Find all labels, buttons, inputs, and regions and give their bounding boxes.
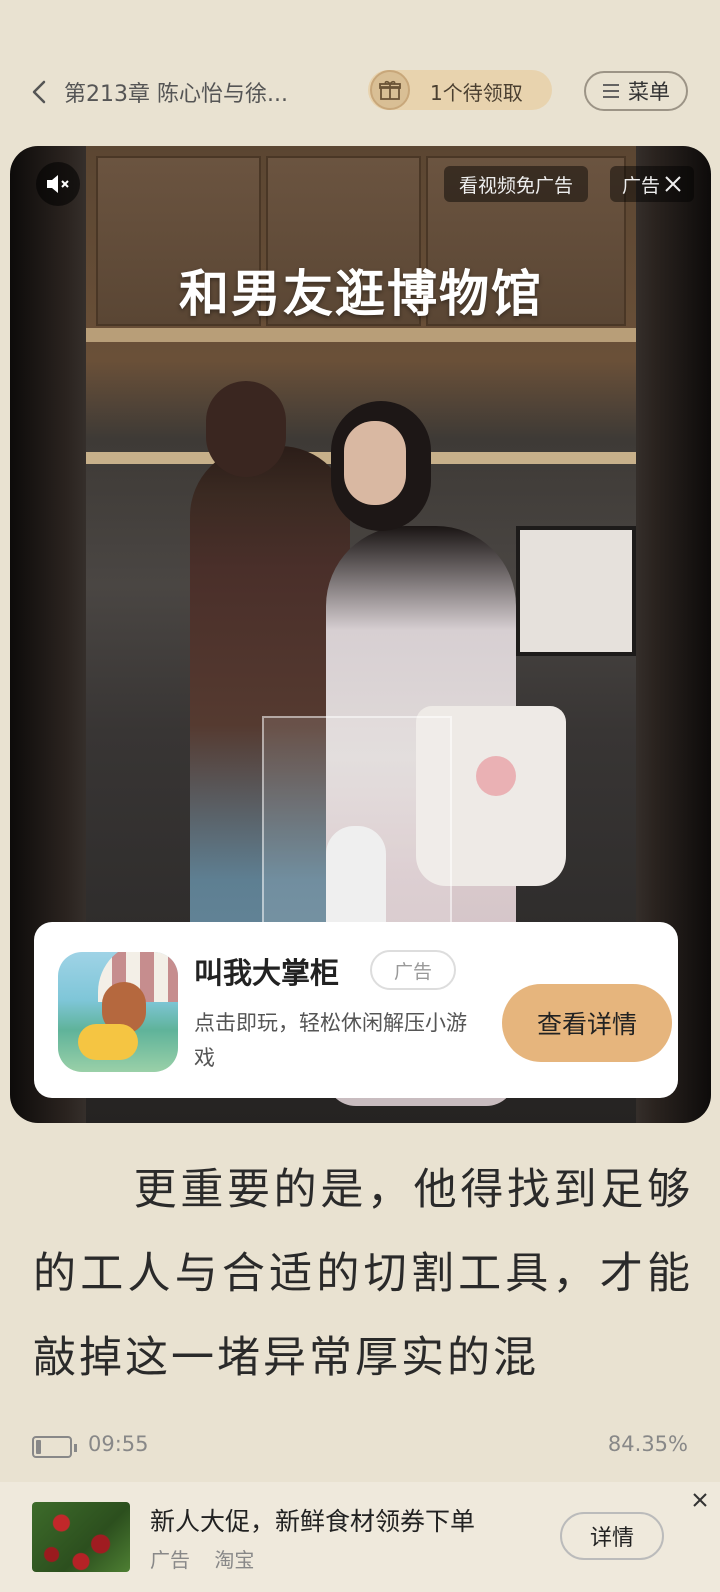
bottom-banner-ad[interactable]: 新人大促，新鲜食材领券下单 广告 淘宝 详情 [0,1482,720,1592]
speaker-muted-icon [47,175,69,193]
banner-details-button[interactable]: 详情 [560,1512,664,1560]
mute-button[interactable] [36,162,80,206]
banner-meta: 广告 淘宝 [150,1544,272,1573]
banner-ad-label: 广告 [150,1548,190,1572]
banner-source: 淘宝 [214,1548,255,1572]
app-promo-card[interactable]: 叫我大掌柜 广告 点击即玩，轻松休闲解压小游戏 查看详情 [34,922,678,1098]
banner-title: 新人大促，新鲜食材领券下单 [150,1507,476,1536]
menu-button[interactable]: 菜单 [584,71,688,111]
chapter-paragraph: 更重要的是，他得找到足够的工人与合适的切割工具，才能敲掉这一堵异常厚实的混 [33,1165,693,1383]
video-scene-shelf [86,328,636,342]
clock-time: 09:55 [88,1432,149,1456]
menu-lines-icon [603,84,619,98]
video-scene-bag-print [476,756,516,796]
chapter-title[interactable]: 第213章 陈心怡与徐... [64,76,304,108]
app-icon[interactable] [58,952,178,1072]
ad-close-button[interactable]: 广告 [610,166,694,202]
reading-progress: 84.35% [607,1432,688,1456]
back-arrow-icon[interactable] [28,78,50,106]
video-caption: 和男友逛博物馆 [179,264,543,323]
app-description: 点击即玩，轻松休闲解压小游戏 [194,1011,467,1070]
battery-icon [32,1436,77,1458]
ad-close-label: 广告 [621,174,660,197]
app-name: 叫我大掌柜 [194,956,340,990]
watch-video-remove-ads-button[interactable]: 看视频免广告 [444,166,588,202]
banner-close-icon[interactable] [690,1490,710,1510]
menu-label: 菜单 [628,80,670,104]
view-details-button[interactable]: 查看详情 [502,984,672,1062]
close-icon [665,176,681,192]
ad-badge: 广告 [370,950,456,990]
gift-icon [370,70,410,110]
gift-label: 1个待领取 [430,81,523,105]
video-scene-woman-face [344,421,406,505]
video-scene-art [516,526,636,656]
video-ad-card[interactable]: 和男友逛博物馆 看视频免广告 广告 叫我大掌柜 广告 点击即玩，轻松休闲解压小游… [10,146,711,1123]
reader-header: 第213章 陈心怡与徐... 1个待领取 菜单 [0,62,720,122]
reader-status-bar: 09:55 84.35% [0,1430,720,1466]
chapter-body-text: 更重要的是，他得找到足够的工人与合适的切割工具，才能敲掉这一堵异常厚实的混 [33,1148,693,1400]
video-scene-man-head [206,381,286,477]
gift-pending-button[interactable]: 1个待领取 [368,70,552,110]
banner-thumbnail[interactable] [32,1502,130,1572]
